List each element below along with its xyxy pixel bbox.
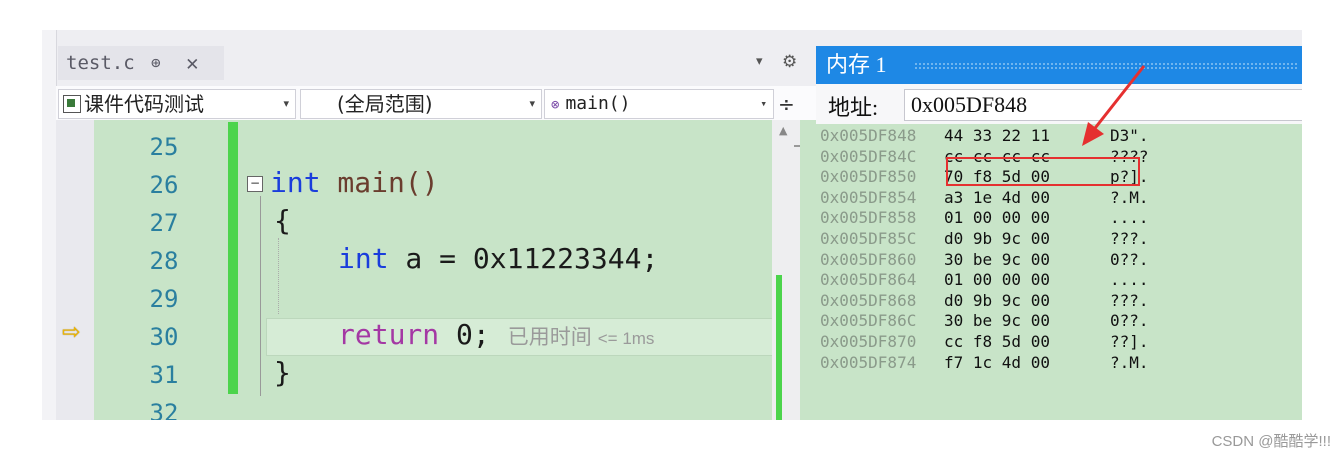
code-text: main() (320, 166, 439, 199)
project-label: 课件代码测试 (84, 92, 204, 116)
perf-tip-time[interactable]: <= 1ms (598, 329, 655, 348)
scope-label: (全局范围) (337, 92, 433, 116)
line-number: 30 (149, 323, 179, 351)
memory-address: 0x005DF86C (820, 311, 917, 331)
chevron-down-icon: ▾ (529, 97, 535, 110)
function-icon: ⊗ (551, 97, 560, 113)
memory-row: 0x005DF86C 30 be 9c 00 0??. (816, 311, 1302, 332)
ide-window: test.c ⊕ ✕ ▾ ⚙ 课件代码测试 ▾ (全局范围) ▾ ⊗ main()… (42, 30, 1302, 420)
memory-window-title: 内存 1 (826, 52, 887, 77)
memory-bytes[interactable]: a3 1e 4d 00 (944, 188, 1110, 209)
gear-icon[interactable]: ⚙ (782, 52, 797, 72)
memory-row: 0x005DF854 a3 1e 4d 00 ?.M. (816, 188, 1302, 209)
watermark: CSDN @酷酷学!!! (1211, 433, 1331, 450)
tab-dropdown-icon[interactable]: ▾ (756, 54, 763, 69)
memory-address: 0x005DF860 (820, 249, 917, 269)
memory-address: 0x005DF858 (820, 208, 917, 228)
scope-dropdown[interactable]: (全局范围) ▾ (300, 89, 542, 119)
memory-row: 0x005DF85C d0 9b 9c 00???. (816, 229, 1302, 250)
tab-filename: test.c (66, 52, 135, 74)
project-icon (63, 95, 81, 113)
line-number: 28 (149, 247, 179, 275)
memory-row: 0x005DF848 44 33 22 11 D3". (816, 126, 1302, 147)
scroll-marker (794, 145, 800, 147)
memory-row: 0x005DF860 30 be 9c 00 0??. (816, 250, 1302, 271)
code-line-30[interactable]: return 0; 已用时间 <= 1ms (338, 316, 654, 354)
line-number: 31 (149, 361, 179, 389)
memory-address: 0x005DF874 (820, 352, 917, 372)
memory-row: 0x005DF868 d0 9b 9c 00???. (816, 291, 1302, 312)
memory-address: 0x005DF850 (820, 167, 917, 187)
code-line-31[interactable]: } (274, 354, 291, 392)
memory-ascii: ???. (1110, 228, 1149, 248)
chevron-down-icon: ▾ (283, 97, 289, 110)
keyword-return: return (338, 318, 440, 351)
keyword-int: int (338, 242, 389, 275)
code-text: 0; (439, 318, 490, 351)
memory-bytes[interactable]: d0 9b 9c 00 (944, 291, 1110, 312)
memory-ascii: ???. (1110, 290, 1149, 310)
code-line-27[interactable]: { (274, 202, 291, 240)
memory-address: 0x005DF864 (820, 270, 917, 290)
memory-row: 0x005DF864 01 00 00 00.... (816, 270, 1302, 291)
memory-address: 0x005DF854 (820, 187, 917, 207)
close-icon[interactable]: ✕ (186, 46, 199, 80)
code-line-26[interactable]: int main() (270, 164, 439, 202)
pin-icon[interactable]: ⊕ (151, 46, 161, 80)
execution-pointer-icon: ⇨ (62, 320, 81, 345)
indicator-margin (56, 120, 94, 420)
line-number: 29 (149, 285, 179, 313)
memory-address-bar: 地址: 0x005DF848 (816, 84, 1302, 124)
scroll-change-marker (776, 275, 782, 420)
left-tool-strip (42, 30, 57, 420)
memory-address: 0x005DF848 (820, 126, 917, 145)
memory-ascii: ?.M. (1110, 352, 1149, 372)
chevron-down-icon: ▾ (760, 97, 767, 110)
annotation-arrow (1082, 65, 1146, 146)
function-dropdown[interactable]: ⊗ main() ▾ (544, 89, 774, 119)
memory-bytes[interactable]: 30 be 9c 00 (944, 311, 1110, 332)
function-label: main() (565, 93, 631, 114)
memory-bytes[interactable]: 01 00 00 00 (944, 270, 1110, 291)
line-number: 26 (149, 171, 179, 199)
keyword-int: int (270, 166, 321, 199)
project-dropdown[interactable]: 课件代码测试 ▾ (58, 89, 296, 119)
perf-tip-label[interactable]: 已用时间 (508, 326, 592, 349)
memory-window-title-bar[interactable]: 内存 1 (816, 46, 1302, 84)
memory-ascii: 0??. (1110, 249, 1149, 269)
memory-row: 0x005DF870 cc f8 5d 00??]. (816, 332, 1302, 353)
line-number: 25 (149, 133, 179, 161)
memory-bytes[interactable]: d0 9b 9c 00 (944, 229, 1110, 250)
memory-ascii: 0??. (1110, 311, 1149, 331)
memory-ascii: ?.M. (1110, 187, 1149, 207)
memory-bytes[interactable]: f7 1c 4d 00 (944, 353, 1110, 374)
split-editor-icon[interactable]: ÷ (778, 92, 795, 116)
memory-bytes[interactable]: 01 00 00 00 (944, 208, 1110, 229)
memory-bytes[interactable]: 30 be 9c 00 (944, 250, 1110, 271)
memory-ascii: .... (1110, 208, 1149, 228)
tab-test-c[interactable]: test.c ⊕ ✕ (58, 46, 224, 80)
address-label: 地址: (828, 95, 879, 120)
collapse-icon[interactable]: − (247, 176, 263, 192)
line-number: 32 (149, 399, 179, 420)
outline-guide (260, 196, 261, 396)
changed-lines-bar (228, 122, 238, 394)
memory-ascii: .... (1110, 270, 1149, 290)
memory-row: 0x005DF874 f7 1c 4d 00 ?.M. (816, 353, 1302, 374)
memory-ascii: ??]. (1110, 331, 1149, 351)
highlight-box (946, 157, 1140, 186)
memory-address: 0x005DF84C (820, 146, 917, 166)
scroll-up-icon[interactable]: ▲ (779, 124, 787, 137)
indent-guide (278, 238, 280, 314)
memory-bytes[interactable]: cc f8 5d 00 (944, 332, 1110, 353)
memory-row: 0x005DF858 01 00 00 00.... (816, 208, 1302, 229)
line-number: 27 (149, 209, 179, 237)
code-line-28[interactable]: int a = 0x11223344; (338, 240, 658, 278)
memory-address: 0x005DF868 (820, 290, 917, 310)
memory-address: 0x005DF870 (820, 331, 917, 351)
memory-address: 0x005DF85C (820, 228, 917, 248)
code-text: a = 0x11223344; (388, 242, 659, 275)
